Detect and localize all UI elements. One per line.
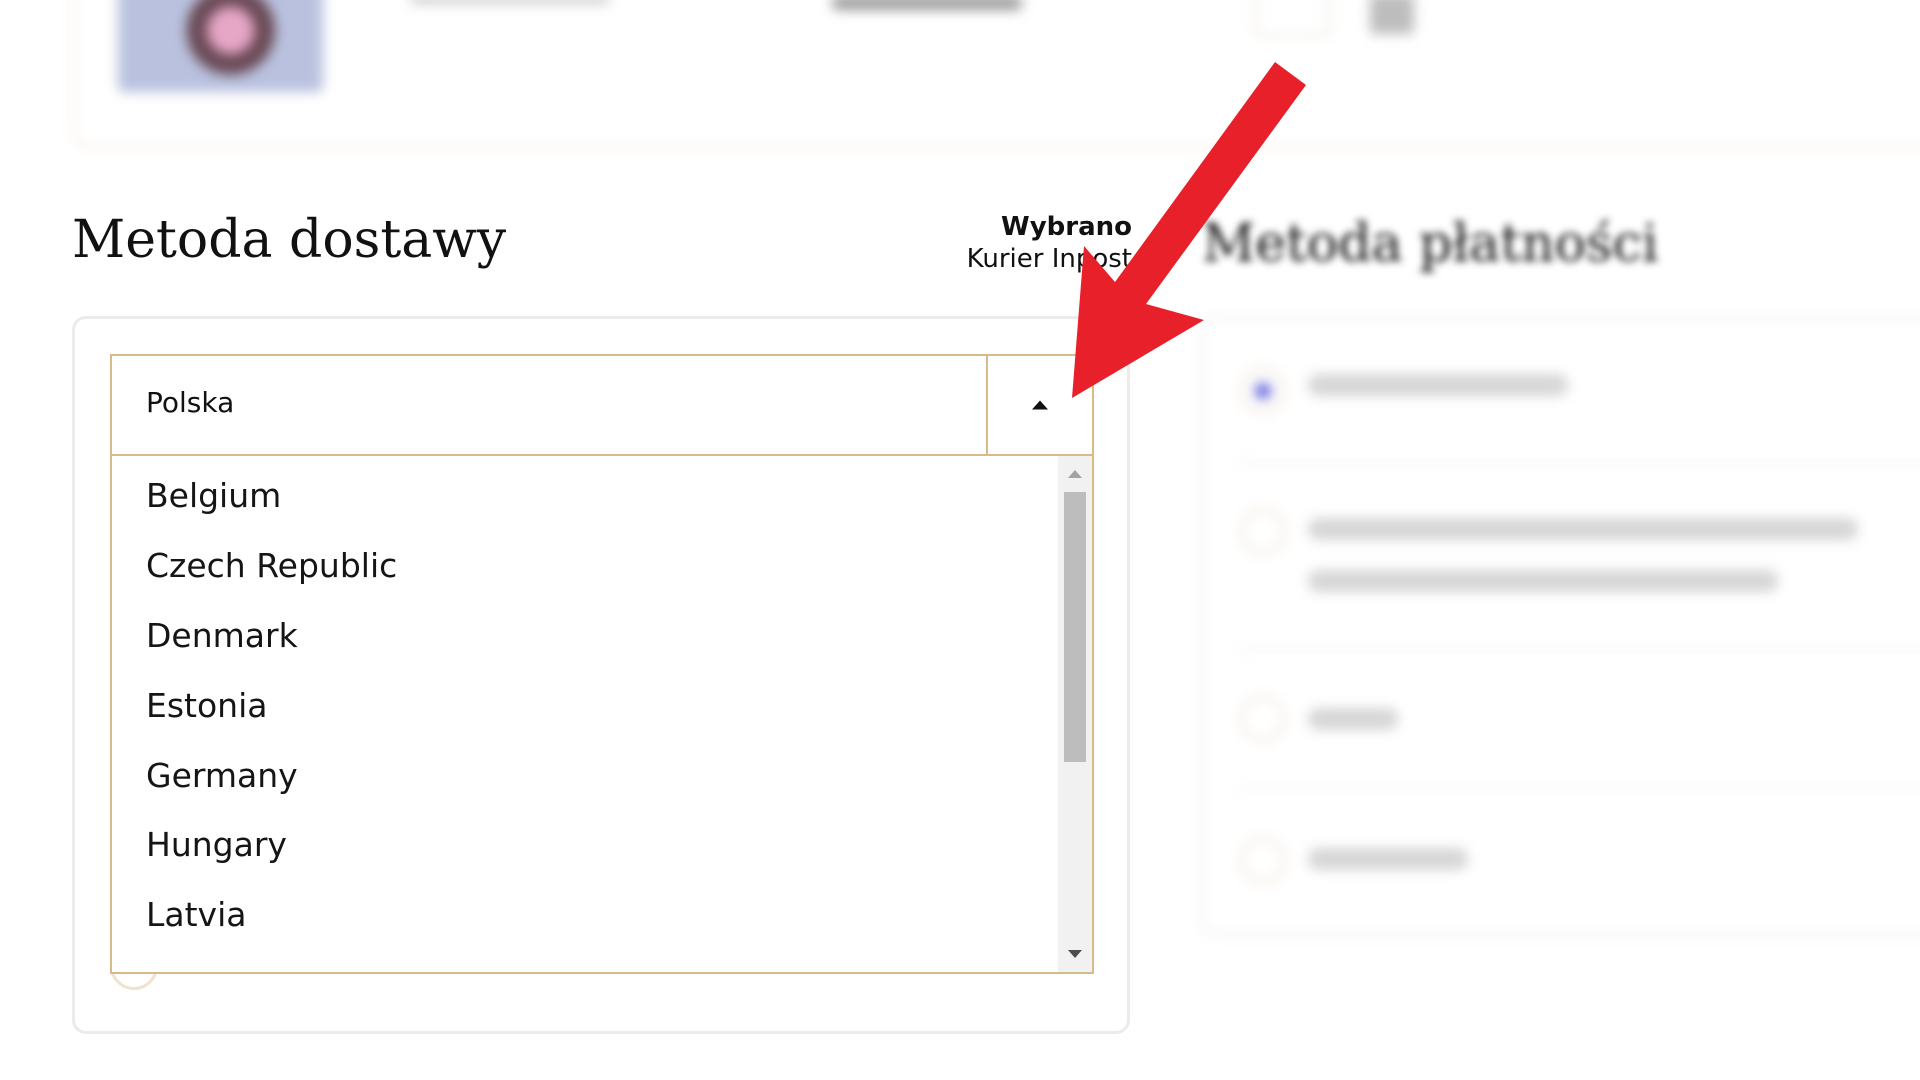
country-option-denmark[interactable]: Denmark [146,616,298,655]
payment-divider [1238,462,1920,464]
payment-method-title: Metoda płatności [1202,214,1658,274]
country-select-toggle-button[interactable] [986,356,1092,454]
scroll-down-arrow-icon[interactable] [1068,950,1082,958]
product-name [410,0,610,4]
country-option-czech-republic[interactable]: Czech Republic [146,546,397,585]
payment-radio-1[interactable] [1240,368,1286,414]
selected-caption: Wybrano [1001,212,1132,242]
quantity-button[interactable] [1370,0,1414,34]
scroll-up-arrow-icon[interactable] [1068,470,1082,478]
payment-option-label-1 [1308,374,1568,396]
caret-up-icon [1032,400,1048,410]
product-thumbnail [118,0,323,92]
payment-option-label-3 [1308,708,1398,730]
payment-radio-3[interactable] [1240,696,1286,742]
scrollbar-thumb[interactable] [1064,492,1086,762]
dropdown-scrollbar[interactable] [1058,456,1092,972]
country-select-value: Polska [146,386,235,419]
product-card [72,0,1920,148]
payment-option-label-4 [1308,848,1468,870]
country-option-estonia[interactable]: Estonia [146,686,267,725]
country-option-latvia[interactable]: Latvia [146,895,246,934]
country-option-germany[interactable]: Germany [146,756,298,795]
quantity-field[interactable] [1255,0,1330,36]
payment-method-card [1200,316,1920,936]
payment-option-label-2b [1308,570,1778,592]
payment-divider [1238,648,1920,650]
country-option-belgium[interactable]: Belgium [146,476,281,515]
country-dropdown-list[interactable]: Belgium Czech Republic Denmark Estonia G… [110,456,1094,974]
payment-title-text: Metoda płatności [1202,214,1659,274]
payment-radio-4[interactable] [1240,838,1286,884]
selected-delivery-summary: Wybrano Kurier Inpost [967,212,1132,274]
product-price [832,0,1022,10]
payment-divider [1238,788,1920,790]
payment-radio-2[interactable] [1240,508,1286,554]
delivery-method-title: Metoda dostawy [72,210,507,270]
country-select[interactable]: Polska [110,354,1094,456]
country-option-hungary[interactable]: Hungary [146,825,287,864]
selected-delivery-value: Kurier Inpost [966,244,1132,274]
payment-option-label-2 [1308,518,1858,540]
